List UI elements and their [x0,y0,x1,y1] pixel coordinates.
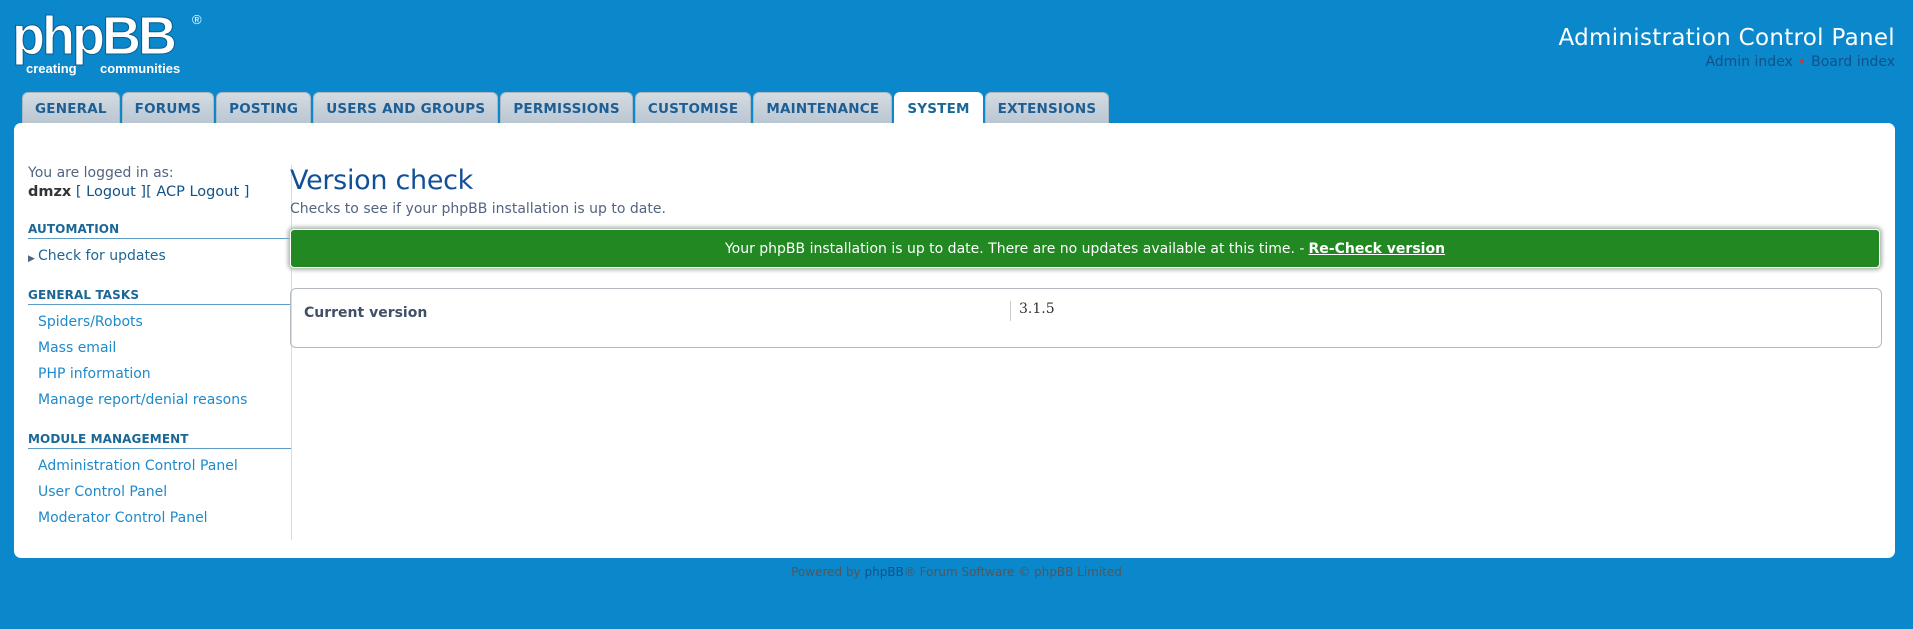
sidebar-item-mcp-modules[interactable]: Moderator Control Panel [28,510,291,527]
username: dmzx [28,184,72,200]
bullet-separator: • [1797,54,1807,70]
acp-logout-link[interactable]: [ ACP Logout ] [146,184,249,200]
status-message-text: Your phpBB installation is up to date. T… [724,240,1305,257]
phpbb-logo[interactable]: phpBB ® creating communities [12,10,208,78]
tab-general[interactable]: GENERAL [22,92,120,124]
tab-forums[interactable]: FORUMS [121,92,215,124]
sidebar-item-php-information[interactable]: PHP information [28,366,291,383]
tab-users-and-groups[interactable]: USERS AND GROUPS [313,92,499,124]
recheck-version-link[interactable]: Re-Check version [1309,241,1446,257]
admin-index-link[interactable]: Admin index [1705,54,1792,70]
sidebar-item-spiders-robots[interactable]: Spiders/Robots [28,314,291,331]
logo-tagline-right: communities [100,61,180,76]
acp-title: Administration Control Panel [1558,25,1895,51]
page-title: Version check [290,165,474,196]
footer-suffix: ® Forum Software © phpBB Limited [903,565,1122,579]
menu-section-general-tasks: GENERAL TASKS Spiders/Robots Mass email … [28,288,291,409]
footer: Powered by phpBB® Forum Software © phpBB… [0,565,1913,579]
logo-wordmark: phpBB [12,10,175,66]
main-content: Version check Checks to see if your phpB… [290,165,1882,348]
sidebar-item-check-for-updates[interactable]: ▶ Check for updates [28,248,291,265]
tab-extensions[interactable]: EXTENSIONS [984,92,1110,124]
main-tabs: GENERAL FORUMS POSTING USERS AND GROUPS … [22,92,1110,124]
menu-heading: MODULE MANAGEMENT [28,432,291,449]
version-fieldset: Current version 3.1.5 [290,288,1882,348]
sidebar-item-manage-report-reasons[interactable]: Manage report/denial reasons [28,392,291,409]
phpbb-logo-icon: phpBB ® creating communities [12,10,202,76]
sidebar-item-mass-email[interactable]: Mass email [28,340,291,357]
sidebar-item-label: Check for updates [38,248,166,264]
current-version-value: 3.1.5 [1019,301,1055,317]
sidebar: You are logged in as: dmzx [ Logout ][ A… [28,165,292,540]
footer-phpbb-link[interactable]: phpBB [865,565,904,579]
tab-customise[interactable]: CUSTOMISE [634,92,752,124]
current-version-label: Current version [304,305,428,321]
user-line: dmzx [ Logout ][ ACP Logout ] [28,184,291,200]
menu-section-module-management: MODULE MANAGEMENT Administration Control… [28,432,291,527]
main-panel: You are logged in as: dmzx [ Logout ][ A… [14,123,1895,558]
logout-link[interactable]: [ Logout ] [76,184,146,200]
tab-posting[interactable]: POSTING [216,92,312,124]
footer-prefix: Powered by [791,565,861,579]
top-links: Admin index • Board index [1705,54,1895,70]
tab-permissions[interactable]: PERMISSIONS [500,92,633,124]
sidebar-item-ucp-modules[interactable]: User Control Panel [28,484,291,501]
tab-maintenance[interactable]: MAINTENANCE [753,92,893,124]
success-message: Your phpBB installation is up to date. T… [290,229,1880,268]
logged-in-label: You are logged in as: [28,165,174,181]
arrow-right-icon: ▶ [28,254,35,264]
menu-section-automation: AUTOMATION ▶ Check for updates [28,222,291,265]
menu-heading: GENERAL TASKS [28,288,291,305]
version-divider [1010,301,1011,321]
page-description: Checks to see if your phpBB installation… [290,201,666,217]
logo-tagline-left: creating [26,61,77,76]
tab-system[interactable]: SYSTEM [894,92,983,124]
sidebar-item-acp-modules[interactable]: Administration Control Panel [28,458,291,475]
board-index-link[interactable]: Board index [1811,54,1895,70]
logo-registered-mark: ® [192,12,202,27]
menu-heading: AUTOMATION [28,222,291,239]
